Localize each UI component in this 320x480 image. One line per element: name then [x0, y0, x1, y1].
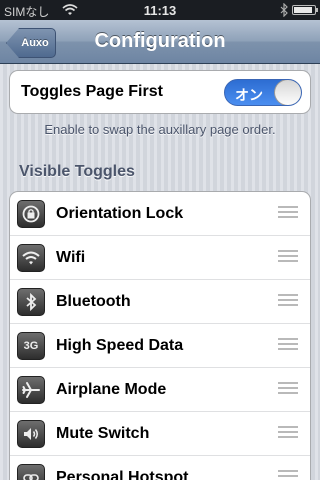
switch-on-text: オン — [235, 87, 263, 103]
bluetooth-icon — [17, 288, 45, 316]
airplane-icon — [17, 376, 45, 404]
list-item-label: Wifi — [56, 249, 86, 266]
speaker-icon — [17, 420, 45, 448]
list-item-label: Personal Hotspot — [56, 469, 189, 480]
list-item-label: Bluetooth — [56, 293, 131, 310]
footer-note: Enable to swap the auxillary page order. — [44, 122, 276, 137]
wifi-icon — [17, 244, 45, 272]
list-item[interactable]: Airplane Mode — [10, 368, 310, 412]
hotspot-icon — [17, 464, 45, 480]
list-item[interactable]: Bluetooth — [10, 280, 310, 324]
status-time: 11:13 — [143, 3, 177, 18]
toggles-page-first-cell: Toggles Page First オン — [9, 70, 311, 114]
list-item-label: Mute Switch — [56, 425, 150, 442]
battery-icon — [292, 5, 318, 15]
list-item[interactable]: Mute Switch — [10, 412, 310, 456]
list-item[interactable]: 3G High Speed Data — [10, 324, 310, 368]
drag-handle-icon[interactable] — [278, 338, 298, 354]
status-bar: SIMなし 11:13 — [0, 0, 320, 20]
page-title: Configuration — [94, 30, 226, 52]
toggles-page-first-label: Toggles Page First — [21, 83, 163, 100]
drag-handle-icon[interactable] — [278, 250, 298, 266]
section-header: Visible Toggles — [19, 163, 135, 180]
list-item-label: High Speed Data — [56, 337, 184, 354]
orientation-lock-icon — [17, 200, 45, 228]
list-item-label: Airplane Mode — [56, 381, 167, 398]
drag-handle-icon[interactable] — [278, 470, 298, 480]
visible-toggles-list: Orientation Lock Wifi Bluetooth 3G High … — [9, 191, 311, 480]
list-item[interactable]: Wifi — [10, 236, 310, 280]
drag-handle-icon[interactable] — [278, 382, 298, 398]
list-item[interactable]: Orientation Lock — [10, 192, 310, 236]
toggles-page-first-switch[interactable]: オン — [224, 79, 302, 106]
drag-handle-icon[interactable] — [278, 294, 298, 310]
list-item[interactable]: Personal Hotspot — [10, 456, 310, 480]
drag-handle-icon[interactable] — [278, 426, 298, 442]
3g-icon: 3G — [17, 332, 45, 360]
navigation-bar: Auxo Configuration — [0, 20, 320, 64]
list-item-label: Orientation Lock — [56, 205, 184, 222]
switch-knob — [274, 80, 301, 105]
drag-handle-icon[interactable] — [278, 206, 298, 222]
bluetooth-status-icon — [280, 3, 288, 17]
